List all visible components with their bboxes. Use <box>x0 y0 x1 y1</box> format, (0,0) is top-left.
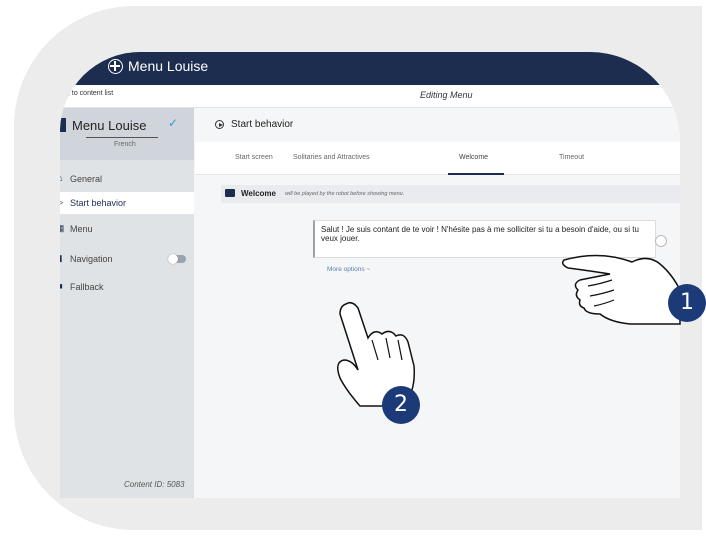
section-title: Start behavior <box>231 119 294 130</box>
editing-label: Editing Menu <box>420 90 473 100</box>
top-bar: Menu Louise <box>60 52 680 85</box>
sidebar: Menu Louise ✓ French ⌂ General ▷ Start b… <box>60 108 194 498</box>
content-id: Content ID: 5083 <box>124 480 185 489</box>
fallback-icon: ■ <box>60 281 66 291</box>
welcome-message-text[interactable]: Salut ! Je suis contant de te voir ! N'h… <box>321 225 651 243</box>
sidebar-item-label: General <box>70 174 103 184</box>
menu-name-panel: Menu Louise ✓ French <box>60 108 194 160</box>
sidebar-item-label: Start behavior <box>70 198 127 208</box>
tab-welcome[interactable]: Welcome <box>459 154 488 161</box>
sidebar-item-menu[interactable]: ▦ Menu <box>60 218 194 240</box>
active-tab-indicator <box>448 173 504 175</box>
navigation-toggle[interactable] <box>168 254 186 264</box>
app-title: Menu Louise <box>128 58 209 74</box>
sidebar-item-label: Fallback <box>70 282 104 292</box>
flag-marker-icon <box>60 118 66 132</box>
sidebar-item-start-behavior[interactable]: ▷ Start behavior <box>60 192 194 214</box>
back-to-content-list-link[interactable]: , to content list <box>68 90 113 97</box>
menu-name[interactable]: Menu Louise <box>72 118 146 133</box>
play-circle-icon: ▷ <box>60 197 66 208</box>
sidebar-item-label: Menu <box>70 224 93 234</box>
menu-name-underline <box>86 137 158 138</box>
check-icon: ✓ <box>168 116 179 130</box>
tab-timeout[interactable]: Timeout <box>559 154 584 161</box>
more-options-link[interactable]: More options ~ <box>327 266 370 273</box>
welcome-title: Welcome <box>241 189 276 198</box>
step-badge-2: 2 <box>382 386 420 424</box>
sidebar-item-label: Navigation <box>70 254 113 264</box>
play-preview-button[interactable] <box>655 235 667 247</box>
section-header: Start behavior <box>195 108 680 142</box>
tab-bar: Start screen Solitaries and Attractives … <box>195 142 680 175</box>
play-circle-icon <box>215 120 224 129</box>
navigation-icon: ▮ <box>60 253 66 264</box>
message-icon <box>225 189 235 197</box>
sub-bar: , to content list Editing Menu <box>60 85 680 108</box>
tab-start-screen[interactable]: Start screen <box>235 154 273 161</box>
home-icon: ⌂ <box>60 173 66 183</box>
language-label: French <box>114 141 136 148</box>
grid-icon: ▦ <box>60 223 66 234</box>
app-logo-icon <box>108 59 123 74</box>
tab-solitaries-attractives[interactable]: Solitaries and Attractives <box>293 154 370 161</box>
sidebar-item-general[interactable]: ⌂ General <box>60 168 194 190</box>
welcome-description: will be played by the robot before showi… <box>285 191 405 197</box>
sidebar-item-fallback[interactable]: ■ Fallback <box>60 276 194 298</box>
step-badge-1: 1 <box>668 284 706 322</box>
sidebar-item-navigation[interactable]: ▮ Navigation <box>60 248 194 270</box>
welcome-header: Welcome will be played by the robot befo… <box>221 185 680 203</box>
